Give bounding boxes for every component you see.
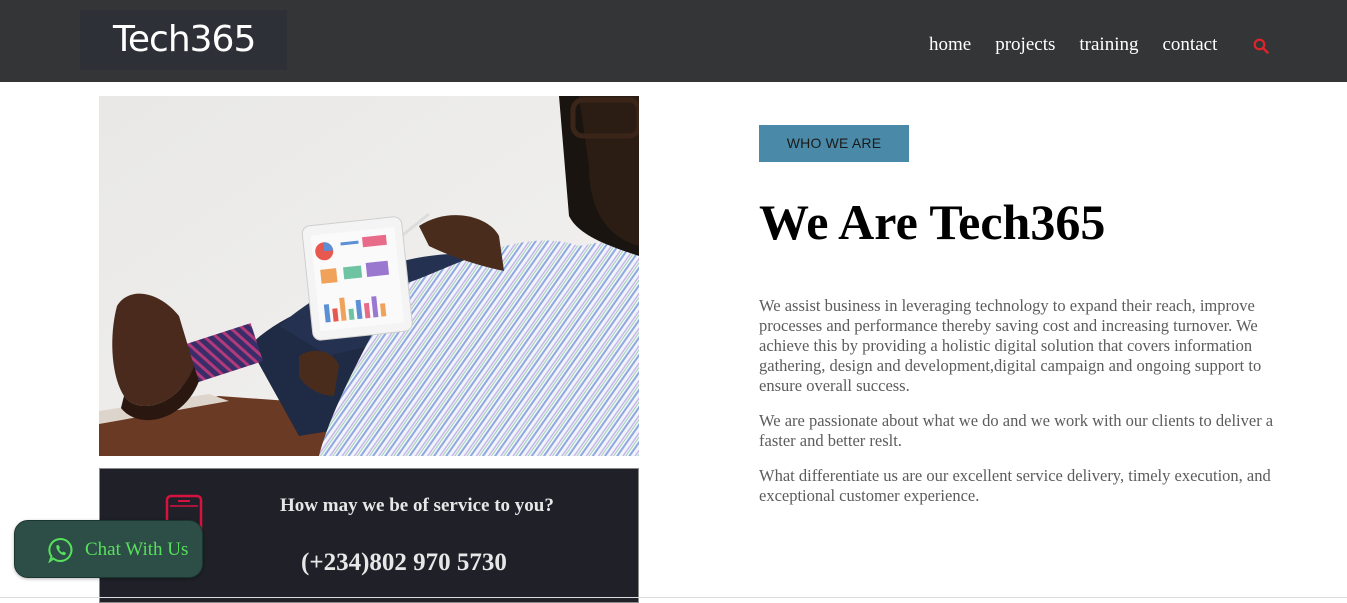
nav-home[interactable]: home	[929, 33, 971, 57]
nav-contact[interactable]: contact	[1162, 33, 1217, 57]
whatsapp-icon	[48, 538, 73, 563]
who-we-are-badge: WHO WE ARE	[759, 125, 909, 162]
search-icon[interactable]	[1253, 38, 1269, 54]
page-title: We Are Tech365	[759, 194, 1106, 250]
chat-with-us-button[interactable]: Chat With Us	[14, 520, 203, 578]
divider	[0, 597, 1347, 598]
service-question: How may we be of service to you?	[280, 495, 554, 516]
nav-training[interactable]: training	[1079, 33, 1138, 57]
about-paragraph-1: We assist business in leveraging technol…	[759, 296, 1262, 395]
chat-label: Chat With Us	[85, 539, 189, 560]
phone-number[interactable]: (+234)802 970 5730	[301, 549, 507, 577]
site-logo[interactable]: Tech365	[113, 18, 256, 62]
main-nav: home projects training contact	[929, 33, 1241, 57]
hero-photo	[99, 96, 639, 456]
nav-projects[interactable]: projects	[995, 33, 1055, 57]
about-paragraph-3: What differentiate us are our excellent …	[759, 466, 1271, 505]
man-with-tablet-illustration	[99, 96, 639, 456]
about-paragraph-2: We are passionate about what we do and w…	[759, 411, 1274, 450]
